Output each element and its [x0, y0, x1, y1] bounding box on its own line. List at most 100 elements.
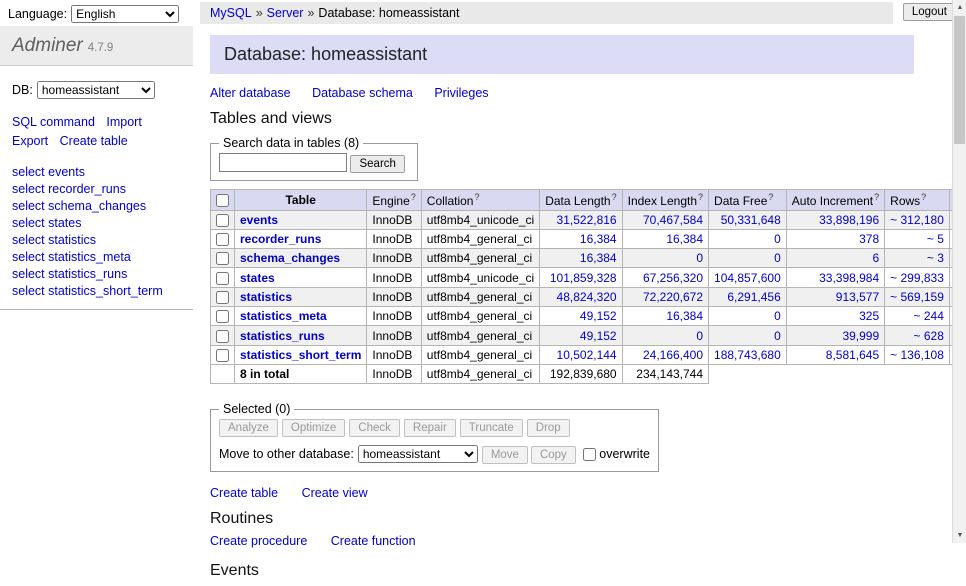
logout-button[interactable]: Logout: [903, 3, 956, 21]
data-free-cell-link[interactable]: 50,331,648: [721, 213, 781, 227]
row-checkbox[interactable]: [216, 310, 229, 323]
db-link-database-schema[interactable]: Database schema: [312, 86, 413, 100]
link-create-table[interactable]: Create table: [210, 486, 278, 500]
index-length-cell-link[interactable]: 67,256,320: [643, 271, 703, 285]
help-link[interactable]: ?: [874, 192, 879, 202]
help-link[interactable]: ?: [698, 192, 703, 202]
row-checkbox[interactable]: [216, 252, 229, 265]
data-length-cell-link[interactable]: 16,384: [580, 232, 617, 246]
auto-increment-cell-link[interactable]: 378: [859, 232, 879, 246]
sidebar-link-export[interactable]: Export: [12, 134, 48, 148]
index-length-cell-link[interactable]: 16,384: [666, 309, 703, 323]
data-length-cell-link[interactable]: 49,152: [580, 329, 617, 343]
repair-button[interactable]: Repair: [404, 419, 456, 437]
vertical-scrollbar[interactable]: ▲ ▼: [952, 0, 966, 543]
data-length-cell-link[interactable]: 49,152: [580, 309, 617, 323]
index-length-cell-link[interactable]: 24,166,400: [643, 348, 703, 362]
copy-button[interactable]: Copy: [531, 446, 576, 464]
help-link[interactable]: ?: [474, 192, 479, 202]
data-free-cell-link[interactable]: 104,857,600: [714, 271, 781, 285]
db-link-privileges[interactable]: Privileges: [434, 86, 488, 100]
data-free-cell-link[interactable]: 0: [774, 251, 781, 265]
row-checkbox[interactable]: [216, 233, 229, 246]
help-link[interactable]: ?: [612, 192, 617, 202]
help-link[interactable]: ?: [411, 192, 416, 202]
overwrite-checkbox[interactable]: [583, 448, 596, 461]
sidebar-select-schema-changes[interactable]: select schema_changes: [12, 198, 181, 215]
index-length-cell-link[interactable]: 72,220,672: [643, 290, 703, 304]
data-length-cell-link[interactable]: 16,384: [580, 251, 617, 265]
sidebar-link-create-table[interactable]: Create table: [60, 134, 128, 148]
move-db-select[interactable]: homeassistant: [358, 445, 478, 463]
auto-increment-cell-link[interactable]: 913,577: [836, 290, 879, 304]
index-length-cell-link[interactable]: 0: [696, 251, 703, 265]
drop-button[interactable]: Drop: [527, 419, 570, 437]
optimize-button[interactable]: Optimize: [282, 419, 345, 437]
row-checkbox[interactable]: [216, 349, 229, 362]
sidebar-select-statistics-short-term[interactable]: select statistics_short_term: [12, 283, 181, 300]
table-link-statistics-runs[interactable]: statistics_runs: [240, 329, 325, 343]
index-length-cell-link[interactable]: 0: [696, 329, 703, 343]
auto-increment-cell-link[interactable]: 33,398,984: [819, 271, 879, 285]
data-free-cell-link[interactable]: 0: [774, 309, 781, 323]
rows-cell-link[interactable]: ~ 628: [914, 329, 944, 343]
data-free-cell-link[interactable]: 0: [774, 232, 781, 246]
sidebar-select-states[interactable]: select states: [12, 215, 181, 232]
db-link-alter-database[interactable]: Alter database: [210, 86, 291, 100]
data-length-cell-link[interactable]: 48,824,320: [557, 290, 617, 304]
row-checkbox[interactable]: [216, 214, 229, 227]
sidebar-link-sql-command[interactable]: SQL command: [12, 115, 95, 129]
rows-cell-link[interactable]: ~ 299,833: [890, 271, 944, 285]
rows-cell-link[interactable]: ~ 3: [927, 251, 944, 265]
data-free-cell-link[interactable]: 188,743,680: [714, 348, 781, 362]
sidebar-select-statistics-meta[interactable]: select statistics_meta: [12, 249, 181, 266]
move-button[interactable]: Move: [482, 446, 528, 464]
index-length-cell-link[interactable]: 70,467,584: [643, 213, 703, 227]
db-select[interactable]: homeassistant: [37, 81, 155, 99]
scrollbar-up-icon[interactable]: ▲: [953, 0, 966, 15]
breadcrumb-mysql[interactable]: MySQL: [210, 6, 252, 20]
link-create-function[interactable]: Create function: [331, 534, 416, 548]
analyze-button[interactable]: Analyze: [219, 419, 278, 437]
link-create-procedure[interactable]: Create procedure: [210, 534, 307, 548]
auto-increment-cell-link[interactable]: 6: [872, 251, 879, 265]
language-select[interactable]: English: [71, 5, 179, 23]
breadcrumb-server[interactable]: Server: [267, 6, 304, 20]
table-link-schema-changes[interactable]: schema_changes: [240, 251, 340, 265]
index-length-cell-link[interactable]: 16,384: [666, 232, 703, 246]
rows-cell-link[interactable]: ~ 136,108: [890, 348, 944, 362]
sidebar-select-statistics-runs[interactable]: select statistics_runs: [12, 266, 181, 283]
auto-increment-cell-link[interactable]: 33,898,196: [819, 213, 879, 227]
sidebar-select-recorder-runs[interactable]: select recorder_runs: [12, 181, 181, 198]
auto-increment-cell-link[interactable]: 39,999: [842, 329, 879, 343]
row-checkbox[interactable]: [216, 330, 229, 343]
table-link-states[interactable]: states: [240, 271, 275, 285]
sidebar-select-events[interactable]: select events: [12, 164, 181, 181]
link-create-view[interactable]: Create view: [302, 486, 368, 500]
scrollbar-thumb[interactable]: [954, 16, 965, 144]
data-length-cell-link[interactable]: 10,502,144: [557, 348, 617, 362]
select-all-checkbox[interactable]: [216, 194, 229, 207]
app-name[interactable]: Adminer: [12, 35, 83, 56]
sidebar-link-import[interactable]: Import: [106, 115, 141, 129]
row-checkbox[interactable]: [216, 291, 229, 304]
help-link[interactable]: ?: [921, 192, 926, 202]
table-link-statistics-short-term[interactable]: statistics_short_term: [240, 348, 361, 362]
auto-increment-cell-link[interactable]: 8,581,645: [826, 348, 879, 362]
rows-cell-link[interactable]: ~ 244: [914, 309, 944, 323]
rows-cell-link[interactable]: ~ 569,159: [890, 290, 944, 304]
data-length-cell-link[interactable]: 31,522,816: [557, 213, 617, 227]
table-link-events[interactable]: events: [240, 213, 278, 227]
search-input[interactable]: [219, 153, 347, 172]
truncate-button[interactable]: Truncate: [460, 419, 523, 437]
sidebar-select-statistics[interactable]: select statistics: [12, 232, 181, 249]
check-button[interactable]: Check: [349, 419, 400, 437]
table-link-recorder-runs[interactable]: recorder_runs: [240, 232, 321, 246]
data-length-cell-link[interactable]: 101,859,328: [550, 271, 617, 285]
search-button[interactable]: Search: [350, 155, 404, 173]
rows-cell-link[interactable]: ~ 312,180: [890, 213, 944, 227]
data-free-cell-link[interactable]: 6,291,456: [727, 290, 780, 304]
table-link-statistics[interactable]: statistics: [240, 290, 292, 304]
table-link-statistics-meta[interactable]: statistics_meta: [240, 309, 327, 323]
auto-increment-cell-link[interactable]: 325: [859, 309, 879, 323]
